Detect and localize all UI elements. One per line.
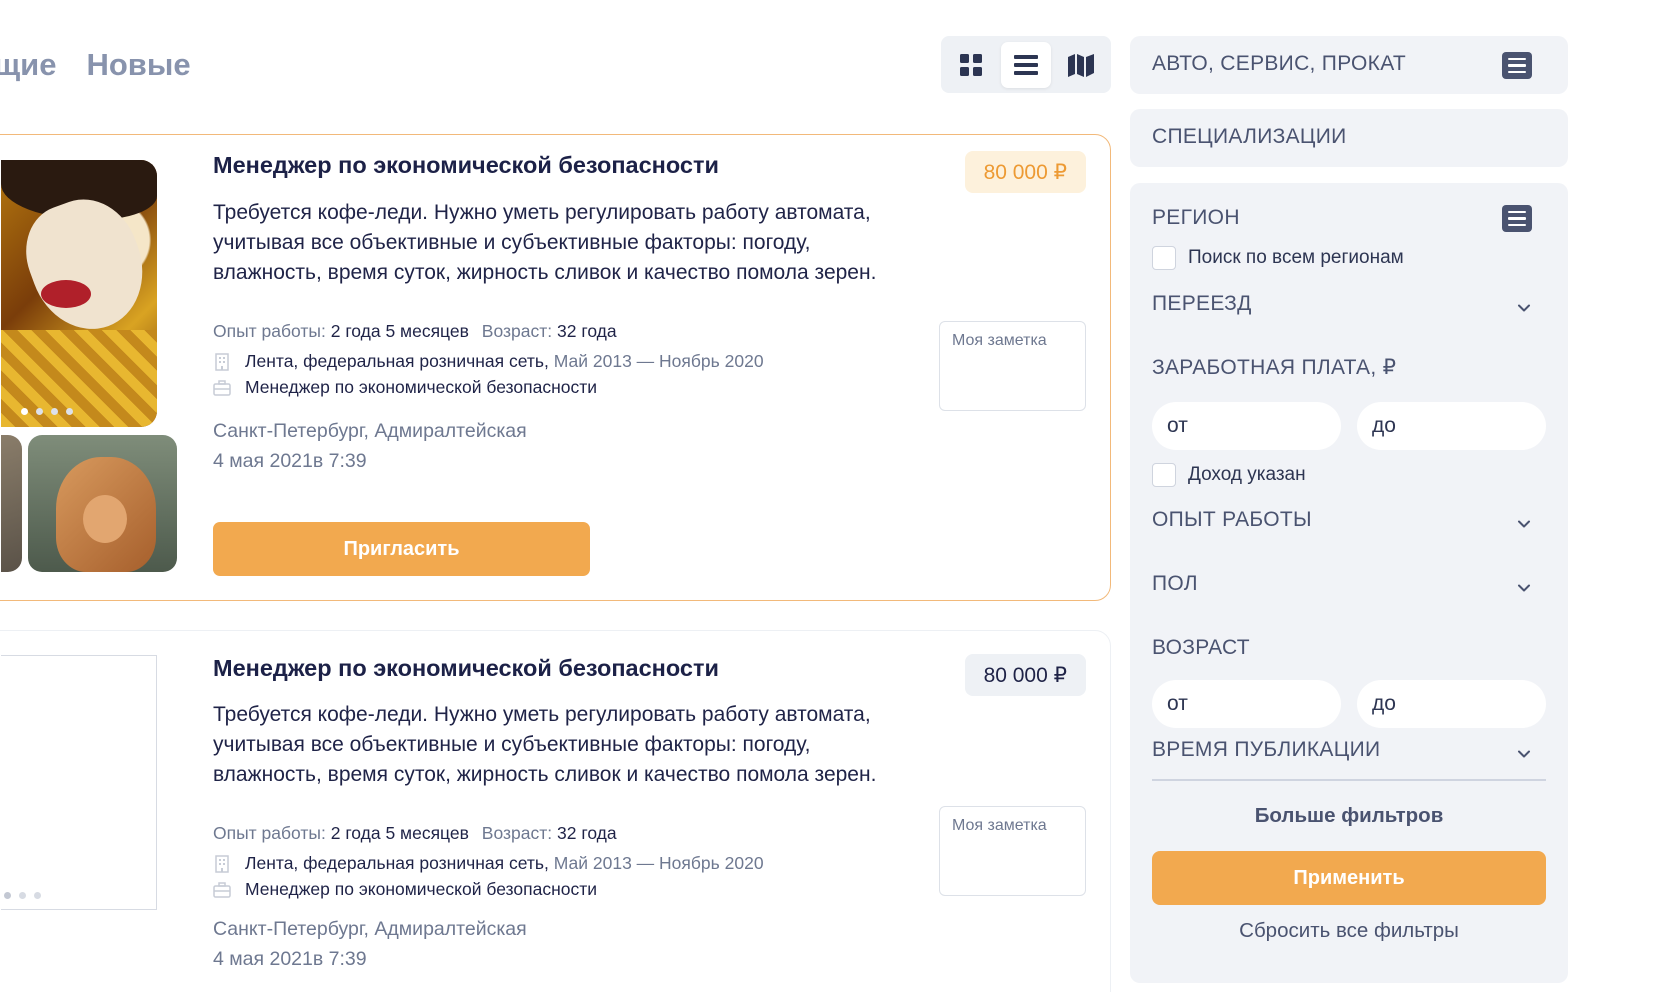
- resume-description: Требуется кофе-леди. Нужно уметь регулир…: [213, 201, 877, 284]
- photo-thumbnail[interactable]: [28, 435, 177, 572]
- experience-age-row: Опыт работы: 2 года 5 месяцев Возраст: 3…: [213, 321, 617, 342]
- age-value: 32 года: [557, 321, 617, 341]
- company-row: Лента, федеральная розничная сеть, Май 2…: [213, 853, 764, 874]
- resume-title[interactable]: Менеджер по экономической безопасности: [213, 152, 719, 179]
- experience-age-row: Опыт работы: 2 года 5 месяцев Возраст: 3…: [213, 823, 617, 844]
- salary-from-input[interactable]: от: [1152, 402, 1341, 450]
- apply-button[interactable]: Применить: [1152, 851, 1546, 905]
- gender-heading[interactable]: ПОЛ: [1152, 572, 1198, 596]
- checkbox[interactable]: [1152, 463, 1176, 487]
- building-icon: [213, 854, 231, 873]
- building-icon: [213, 352, 231, 371]
- salary-badge: 80 000 ₽: [964, 654, 1086, 696]
- map-view-button[interactable]: [1055, 42, 1106, 88]
- resume-title[interactable]: Менеджер по экономической безопасности: [213, 655, 719, 682]
- company-name: Лента, федеральная розничная сеть,: [245, 351, 549, 371]
- experience-value: 2 года 5 месяцев: [330, 823, 469, 843]
- publication-date: 4 мая 2021в 7:39: [213, 948, 367, 970]
- salary-heading: ЗАРАБОТНАЯ ПЛАТА, ₽: [1152, 356, 1397, 379]
- more-filters-button[interactable]: Больше фильтров: [1130, 804, 1568, 828]
- list-icon[interactable]: [1502, 205, 1532, 232]
- publication-date: 4 мая 2021в 7:39: [213, 450, 367, 472]
- position-name: Менеджер по экономической безопасности: [245, 377, 598, 397]
- work-period: Май 2013 — Ноябрь 2020: [553, 853, 764, 873]
- list-view-button[interactable]: [1000, 41, 1052, 88]
- salary-badge: 80 000 ₽: [964, 151, 1086, 193]
- photo-thumbnail[interactable]: [1, 435, 22, 572]
- specializations-filter[interactable]: СПЕЦИАЛИЗАЦИИ: [1130, 109, 1568, 167]
- position-row: Менеджер по экономической безопасности: [213, 879, 597, 900]
- list-icon: [1014, 54, 1038, 75]
- view-switch: [941, 36, 1111, 93]
- income-specified-label: Доход указан: [1188, 464, 1306, 485]
- position-name: Менеджер по экономической безопасности: [245, 879, 598, 899]
- region-heading: РЕГИОН: [1152, 206, 1240, 229]
- note-field[interactable]: Моя заметка: [939, 806, 1086, 896]
- work-period: Май 2013 — Ноябрь 2020: [553, 351, 764, 371]
- experience-label: Опыт работы:: [213, 321, 326, 341]
- age-value: 32 года: [557, 823, 617, 843]
- chevron-down-icon[interactable]: [1516, 516, 1532, 532]
- location: Санкт-Петербург, Адмиралтейская: [213, 420, 527, 442]
- income-specified-checkbox[interactable]: Доход указан: [1152, 463, 1306, 487]
- map-icon: [1067, 53, 1094, 77]
- tab-general[interactable]: щие: [0, 47, 56, 83]
- relocation-heading[interactable]: ПЕРЕЕЗД: [1152, 292, 1252, 316]
- photo-pagination-dots: [4, 892, 41, 899]
- candidate-photo[interactable]: [1, 160, 157, 427]
- grid-icon: [960, 53, 983, 76]
- candidate-photo-placeholder[interactable]: [1, 655, 157, 910]
- experience-label: Опыт работы:: [213, 823, 326, 843]
- publication-time-heading[interactable]: ВРЕМЯ ПУБЛИКАЦИИ: [1152, 738, 1380, 762]
- list-icon[interactable]: [1502, 52, 1532, 79]
- checkbox[interactable]: [1152, 246, 1176, 270]
- age-from-input[interactable]: от: [1152, 680, 1341, 728]
- search-all-regions-label: Поиск по всем регионам: [1188, 247, 1404, 268]
- salary-to-input[interactable]: до: [1357, 402, 1546, 450]
- search-all-regions-checkbox[interactable]: Поиск по всем регионам: [1152, 246, 1404, 270]
- age-label: Возраст:: [481, 321, 553, 341]
- company-name: Лента, федеральная розничная сеть,: [245, 853, 549, 873]
- position-row: Менеджер по экономической безопасности: [213, 377, 597, 398]
- age-heading: ВОЗРАСТ: [1152, 636, 1250, 659]
- company-row: Лента, федеральная розничная сеть, Май 2…: [213, 351, 764, 372]
- filters-panel: РЕГИОН Поиск по всем регионам ПЕРЕЕЗД ЗА…: [1130, 183, 1568, 983]
- note-field[interactable]: Моя заметка: [939, 321, 1086, 411]
- briefcase-icon: [213, 881, 231, 899]
- grid-view-button[interactable]: [946, 42, 997, 88]
- tab-new[interactable]: Новые: [86, 47, 190, 83]
- location: Санкт-Петербург, Адмиралтейская: [213, 918, 527, 940]
- invite-button[interactable]: Пригласить: [213, 522, 590, 576]
- briefcase-icon: [213, 379, 231, 397]
- tabs: щие Новые: [0, 40, 191, 90]
- resume-description: Требуется кофе-леди. Нужно уметь регулир…: [213, 703, 877, 786]
- resume-card[interactable]: Менеджер по экономической безопасности 8…: [0, 134, 1111, 601]
- age-label: Возраст:: [481, 823, 553, 843]
- resume-card[interactable]: Менеджер по экономической безопасности 8…: [0, 630, 1111, 992]
- chevron-down-icon[interactable]: [1516, 746, 1532, 762]
- experience-value: 2 года 5 месяцев: [330, 321, 469, 341]
- chevron-down-icon[interactable]: [1516, 300, 1532, 316]
- age-to-input[interactable]: до: [1357, 680, 1546, 728]
- photo-pagination-dots: [21, 408, 73, 415]
- specializations-label: СПЕЦИАЛИЗАЦИИ: [1152, 125, 1347, 148]
- divider: [1152, 779, 1546, 781]
- category-label: АВТО, СЕРВИС, ПРОКАТ: [1152, 52, 1407, 75]
- chevron-down-icon[interactable]: [1516, 580, 1532, 596]
- category-filter[interactable]: АВТО, СЕРВИС, ПРОКАТ: [1130, 36, 1568, 94]
- reset-filters-button[interactable]: Сбросить все фильтры: [1130, 919, 1568, 943]
- experience-heading[interactable]: ОПЫТ РАБОТЫ: [1152, 508, 1312, 532]
